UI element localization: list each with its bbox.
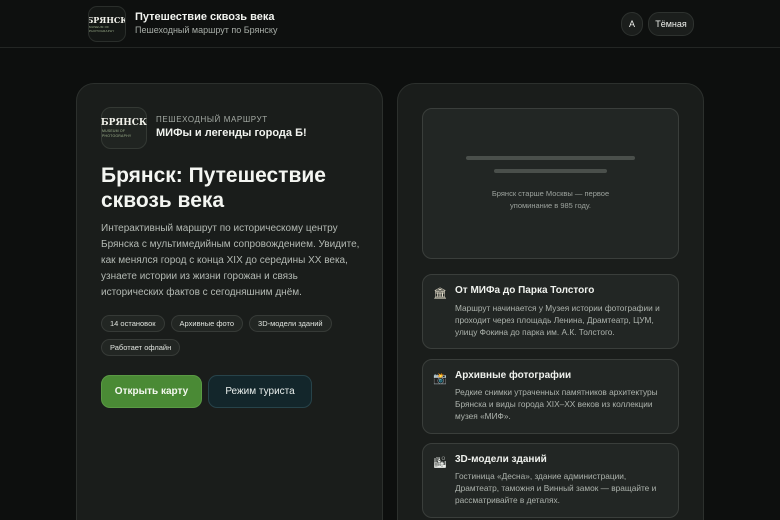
preview-placeholder-line [466,156,635,160]
app-title: Путешествие сквозь века [135,11,275,23]
media-preview[interactable] [422,108,679,259]
route-kicker: Пешеходный маршрут [156,115,268,124]
museum-icon: 🏛 [433,288,447,300]
app-logo[interactable]: БРЯНСК MUSEUM OF PHOTOGRAPHY [88,6,126,42]
logo-subtitle: MUSEUM OF PHOTOGRAPHY [89,25,115,33]
tag-stops: 14 остановок [101,315,165,332]
feature-title: Архивные фотографии [455,370,572,381]
feature-text: Гостиница «Десна», здание администрации,… [455,471,657,505]
tag-offline: Работает офлайн [101,339,181,356]
feature-text: Редкие снимки утраченных памятников архи… [455,387,658,421]
hero-title: Брянск: Путешествие сквозь века [101,164,326,212]
camera-icon: 📸 [433,373,447,385]
logo-wordmark: БРЯНСК [88,15,126,25]
museum-logo-subtitle: MUSEUM OF PHOTOGRAPHY [102,128,132,138]
building-3d-icon: 🏙 [433,457,447,469]
open-map-button[interactable]: Открыть карту [101,375,202,408]
feature-title: От МИФа до Парка Толстого [455,285,595,296]
tag-3d-models: 3D-модели зданий [249,315,332,332]
preview-caption: Брянск старше Москвы — первое упоминание… [491,189,610,210]
tag-archive-photos: Архивные фото [170,315,244,332]
preview-placeholder-line [494,169,607,173]
feature-title: 3D-модели зданий [455,454,547,465]
feature-tags: 14 остановок Архивные фото 3D-модели зда… [101,315,363,356]
route-name: МИФы и легенды города Б! [156,127,307,139]
hero-description: Интерактивный маршрут по историческому ц… [101,223,360,298]
museum-logo-wordmark: БРЯНСК [100,117,148,128]
theme-toggle-button[interactable]: Тёмная [648,12,694,36]
font-size-button[interactable]: A [621,12,643,36]
tourist-mode-button[interactable]: Режим туриста [208,375,312,408]
museum-logo: БРЯНСК MUSEUM OF PHOTOGRAPHY [101,107,147,149]
app-subtitle: Пешеходный маршрут по Брянску [135,25,278,35]
feature-text: Маршрут начинается у Музея истории фотог… [455,303,660,337]
